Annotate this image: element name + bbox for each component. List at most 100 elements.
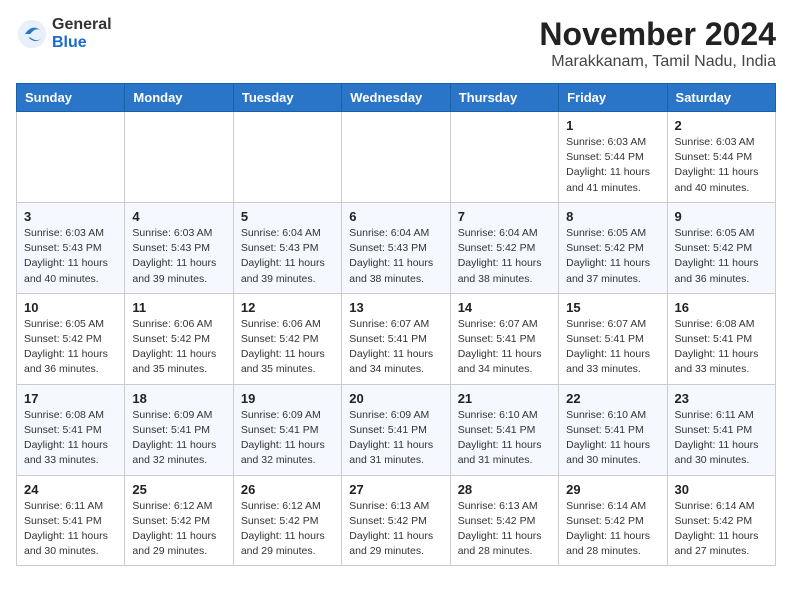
day-info: Sunrise: 6:10 AM Sunset: 5:41 PM Dayligh… — [458, 408, 551, 469]
calendar-day-cell: 10 Sunrise: 6:05 AM Sunset: 5:42 PM Dayli… — [17, 293, 125, 384]
day-info: Sunrise: 6:03 AM Sunset: 5:43 PM Dayligh… — [132, 226, 225, 287]
day-info: Sunrise: 6:07 AM Sunset: 5:41 PM Dayligh… — [349, 317, 442, 378]
calendar-day-cell: 24Sunrise: 6:11 AM Sunset: 5:41 PM Dayli… — [17, 475, 125, 566]
calendar-day-cell: 27Sunrise: 6:13 AM Sunset: 5:42 PM Dayli… — [342, 475, 450, 566]
day-info: Sunrise: 6:07 AM Sunset: 5:41 PM Dayligh… — [566, 317, 659, 378]
day-info: Sunrise: 6:12 AM Sunset: 5:42 PM Dayligh… — [241, 499, 334, 560]
day-info: Sunrise: 6:03 AM Sunset: 5:43 PM Dayligh… — [24, 226, 117, 287]
day-number: 23 — [675, 391, 768, 406]
day-number: 11 — [132, 300, 225, 315]
header: General Blue November 2024 Marakkanam, T… — [16, 16, 776, 71]
day-number: 30 — [675, 482, 768, 497]
calendar-day-cell: 25 Sunrise: 6:12 AM Sunset: 5:42 PM Dayli… — [125, 475, 233, 566]
calendar-day-cell — [450, 112, 558, 203]
day-info: Sunrise: 6:09 AM Sunset: 5:41 PM Dayligh… — [241, 408, 334, 469]
day-number: 5 — [241, 209, 334, 224]
day-info: Sunrise: 6:03 AM Sunset: 5:44 PM Dayligh… — [566, 135, 659, 196]
calendar-day-cell: 4 Sunrise: 6:03 AM Sunset: 5:43 PM Daylig… — [125, 202, 233, 293]
day-info: Sunrise: 6:09 AM Sunset: 5:41 PM Dayligh… — [349, 408, 442, 469]
day-info: Sunrise: 6:08 AM Sunset: 5:41 PM Dayligh… — [24, 408, 117, 469]
weekday-header-cell: Tuesday — [233, 84, 341, 112]
logo-text: General Blue — [52, 16, 112, 51]
calendar-day-cell: 13Sunrise: 6:07 AM Sunset: 5:41 PM Dayli… — [342, 293, 450, 384]
day-number: 15 — [566, 300, 659, 315]
day-number: 22 — [566, 391, 659, 406]
calendar-day-cell: 11 Sunrise: 6:06 AM Sunset: 5:42 PM Dayli… — [125, 293, 233, 384]
calendar-day-cell: 20 Sunrise: 6:09 AM Sunset: 5:41 PM Dayli… — [342, 384, 450, 475]
day-info: Sunrise: 6:14 AM Sunset: 5:42 PM Dayligh… — [675, 499, 768, 560]
day-info: Sunrise: 6:06 AM Sunset: 5:42 PM Dayligh… — [132, 317, 225, 378]
day-info: Sunrise: 6:05 AM Sunset: 5:42 PM Dayligh… — [24, 317, 117, 378]
calendar-day-cell: 9 Sunrise: 6:05 AM Sunset: 5:42 PM Daylig… — [667, 202, 775, 293]
location-subtitle: Marakkanam, Tamil Nadu, India — [539, 53, 776, 71]
calendar-day-cell — [233, 112, 341, 203]
day-number: 10 — [24, 300, 117, 315]
calendar-day-cell: 28 Sunrise: 6:13 AM Sunset: 5:42 PM Dayli… — [450, 475, 558, 566]
calendar-day-cell — [17, 112, 125, 203]
day-info: Sunrise: 6:10 AM Sunset: 5:41 PM Dayligh… — [566, 408, 659, 469]
calendar-day-cell: 3 Sunrise: 6:03 AM Sunset: 5:43 PM Daylig… — [17, 202, 125, 293]
day-info: Sunrise: 6:07 AM Sunset: 5:41 PM Dayligh… — [458, 317, 551, 378]
day-info: Sunrise: 6:04 AM Sunset: 5:43 PM Dayligh… — [349, 226, 442, 287]
calendar-day-cell: 15 Sunrise: 6:07 AM Sunset: 5:41 PM Dayli… — [559, 293, 667, 384]
day-number: 1 — [566, 118, 659, 133]
calendar-day-cell: 7 Sunrise: 6:04 AM Sunset: 5:42 PM Daylig… — [450, 202, 558, 293]
calendar-body: 1 Sunrise: 6:03 AM Sunset: 5:44 PM Daylig… — [17, 112, 776, 566]
weekday-header-cell: Wednesday — [342, 84, 450, 112]
day-number: 20 — [349, 391, 442, 406]
day-number: 6 — [349, 209, 442, 224]
day-number: 7 — [458, 209, 551, 224]
calendar-week-row: 17 Sunrise: 6:08 AM Sunset: 5:41 PM Dayli… — [17, 384, 776, 475]
logo-general-text: General — [52, 16, 112, 34]
logo-blue-text: Blue — [52, 34, 112, 52]
calendar-day-cell: 29Sunrise: 6:14 AM Sunset: 5:42 PM Dayli… — [559, 475, 667, 566]
calendar-day-cell: 26 Sunrise: 6:12 AM Sunset: 5:42 PM Dayli… — [233, 475, 341, 566]
calendar-day-cell: 30 Sunrise: 6:14 AM Sunset: 5:42 PM Dayli… — [667, 475, 775, 566]
calendar-day-cell: 6 Sunrise: 6:04 AM Sunset: 5:43 PM Daylig… — [342, 202, 450, 293]
day-number: 9 — [675, 209, 768, 224]
day-number: 12 — [241, 300, 334, 315]
calendar-day-cell: 12Sunrise: 6:06 AM Sunset: 5:42 PM Dayli… — [233, 293, 341, 384]
title-section: November 2024 Marakkanam, Tamil Nadu, In… — [539, 16, 776, 71]
day-number: 17 — [24, 391, 117, 406]
calendar-day-cell: 8Sunrise: 6:05 AM Sunset: 5:42 PM Daylig… — [559, 202, 667, 293]
weekday-header-row: SundayMondayTuesdayWednesdayThursdayFrid… — [17, 84, 776, 112]
calendar-day-cell: 19Sunrise: 6:09 AM Sunset: 5:41 PM Dayli… — [233, 384, 341, 475]
day-number: 26 — [241, 482, 334, 497]
calendar-day-cell: 1 Sunrise: 6:03 AM Sunset: 5:44 PM Daylig… — [559, 112, 667, 203]
day-number: 3 — [24, 209, 117, 224]
day-info: Sunrise: 6:12 AM Sunset: 5:42 PM Dayligh… — [132, 499, 225, 560]
day-info: Sunrise: 6:08 AM Sunset: 5:41 PM Dayligh… — [675, 317, 768, 378]
day-info: Sunrise: 6:09 AM Sunset: 5:41 PM Dayligh… — [132, 408, 225, 469]
day-number: 28 — [458, 482, 551, 497]
day-info: Sunrise: 6:04 AM Sunset: 5:43 PM Dayligh… — [241, 226, 334, 287]
day-info: Sunrise: 6:13 AM Sunset: 5:42 PM Dayligh… — [349, 499, 442, 560]
day-number: 25 — [132, 482, 225, 497]
day-info: Sunrise: 6:11 AM Sunset: 5:41 PM Dayligh… — [24, 499, 117, 560]
weekday-header-cell: Sunday — [17, 84, 125, 112]
day-number: 4 — [132, 209, 225, 224]
day-info: Sunrise: 6:03 AM Sunset: 5:44 PM Dayligh… — [675, 135, 768, 196]
calendar-day-cell — [125, 112, 233, 203]
logo-icon — [16, 18, 48, 50]
calendar-week-row: 24Sunrise: 6:11 AM Sunset: 5:41 PM Dayli… — [17, 475, 776, 566]
calendar-day-cell — [342, 112, 450, 203]
day-number: 29 — [566, 482, 659, 497]
calendar-day-cell: 23Sunrise: 6:11 AM Sunset: 5:41 PM Dayli… — [667, 384, 775, 475]
day-info: Sunrise: 6:05 AM Sunset: 5:42 PM Dayligh… — [675, 226, 768, 287]
calendar-week-row: 3 Sunrise: 6:03 AM Sunset: 5:43 PM Daylig… — [17, 202, 776, 293]
calendar-day-cell: 5 Sunrise: 6:04 AM Sunset: 5:43 PM Daylig… — [233, 202, 341, 293]
calendar-week-row: 10 Sunrise: 6:05 AM Sunset: 5:42 PM Dayli… — [17, 293, 776, 384]
day-info: Sunrise: 6:13 AM Sunset: 5:42 PM Dayligh… — [458, 499, 551, 560]
calendar-day-cell: 17 Sunrise: 6:08 AM Sunset: 5:41 PM Dayli… — [17, 384, 125, 475]
weekday-header-cell: Saturday — [667, 84, 775, 112]
month-title: November 2024 — [539, 16, 776, 53]
logo: General Blue — [16, 16, 112, 51]
day-info: Sunrise: 6:04 AM Sunset: 5:42 PM Dayligh… — [458, 226, 551, 287]
weekday-header-cell: Thursday — [450, 84, 558, 112]
calendar-day-cell: 22 Sunrise: 6:10 AM Sunset: 5:41 PM Dayli… — [559, 384, 667, 475]
day-number: 18 — [132, 391, 225, 406]
day-number: 16 — [675, 300, 768, 315]
calendar-week-row: 1 Sunrise: 6:03 AM Sunset: 5:44 PM Daylig… — [17, 112, 776, 203]
weekday-header-cell: Friday — [559, 84, 667, 112]
